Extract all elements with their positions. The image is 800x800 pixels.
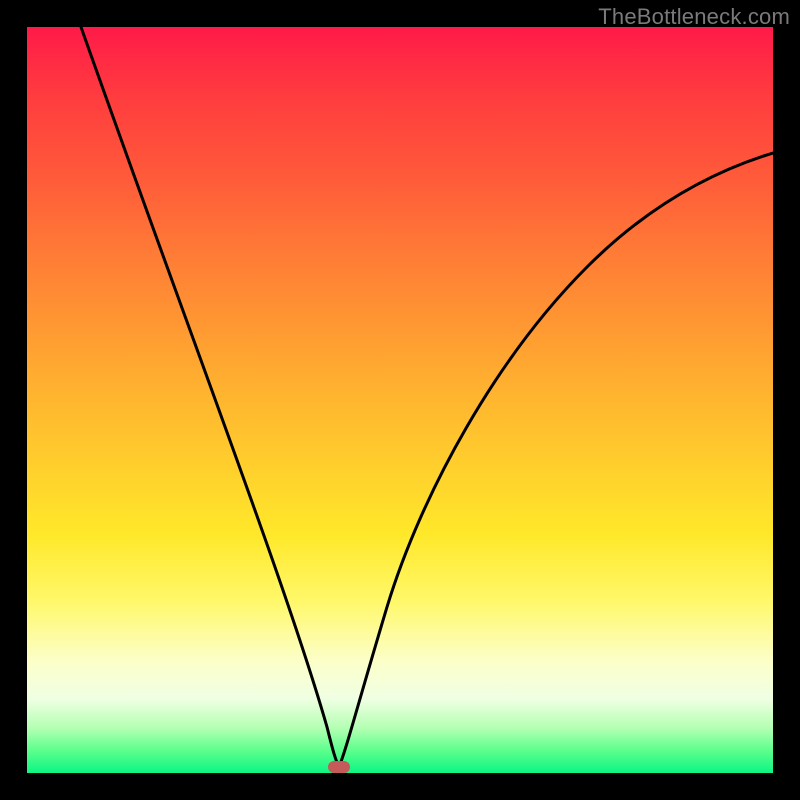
curve-right-branch [339,153,773,767]
bottleneck-curve [27,27,773,773]
watermark-text: TheBottleneck.com [598,4,790,30]
plot-area [27,27,773,773]
optimal-point-marker [328,761,350,773]
curve-left-branch [81,27,339,767]
